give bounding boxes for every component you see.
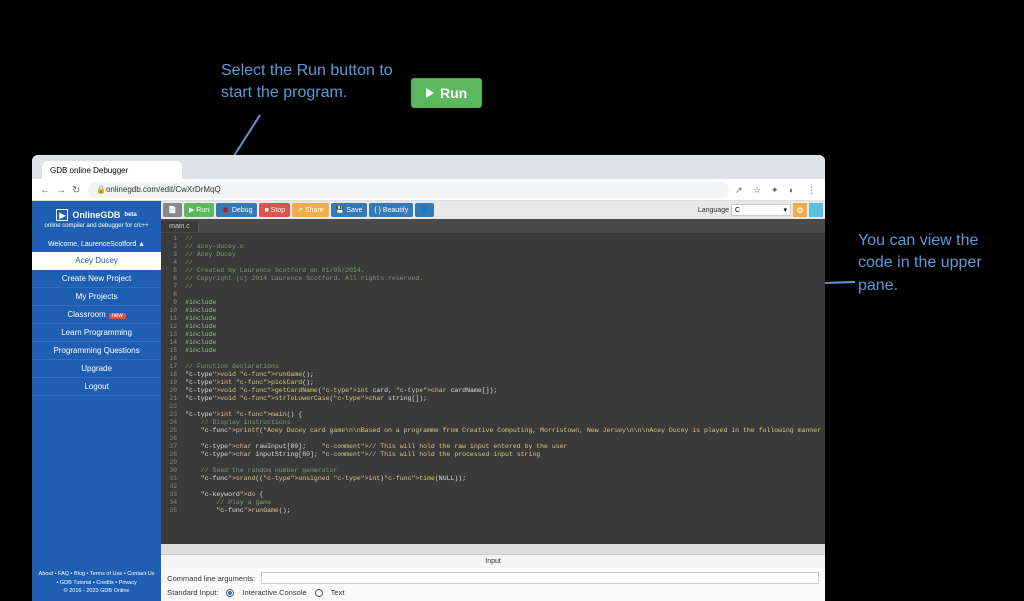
menu-icon[interactable]: ⋮ [807,185,817,195]
sidebar-item-questions[interactable]: Programming Questions [32,342,161,360]
radio-interactive[interactable] [226,589,234,597]
language-select[interactable]: C▾ [731,204,791,216]
sidebar-item-project[interactable]: Acey Ducey [32,252,161,270]
sidebar-item-logout[interactable]: Logout [32,378,161,396]
annotation-run-text: Select the Run button to start the progr… [221,60,401,105]
radio-interactive-label: Interactive Console [242,588,306,597]
logo-icon: ▶ [56,209,68,221]
forward-icon[interactable]: → [56,185,66,195]
language-label: Language [698,207,729,214]
play-icon [426,88,434,98]
save-button[interactable]: 💾 Save [331,203,368,217]
sidebar-item-learn[interactable]: Learn Programming [32,324,161,342]
code-area[interactable]: // // acey-ducey.c // Acey Ducey // // C… [181,233,825,544]
input-tab[interactable]: Input [161,554,825,568]
sidebar-item-classroom[interactable]: Classroom [32,306,161,324]
user-button[interactable]: 👤 [415,203,434,217]
beautify-button[interactable]: { } Beautify [369,203,413,217]
sidebar-item-upgrade[interactable]: Upgrade [32,360,161,378]
code-editor[interactable]: ‹ 12345678910111213141516171819202122232… [161,233,825,544]
welcome-row[interactable]: Welcome, LaurenceScotford ▲ [32,237,161,252]
brand-text: OnlineGDB [72,210,120,220]
tagline: online compiler and debugger for c/c++ [40,223,153,229]
url-field[interactable]: 🔒 onlinegdb.com/edit/CwXrDrMqQ [88,182,729,198]
file-tabs: main.c [161,219,825,233]
share-icon[interactable]: ↗ [735,185,745,195]
line-gutter: 1234567891011121314151617181920212223242… [161,233,181,544]
browser-tab-bar: GDB online Debugger [32,155,825,179]
cmd-args-label: Command line arguments: [167,574,255,583]
new-file-button[interactable]: 📄 [163,203,182,217]
browser-url-bar: ← → ↻ 🔒 onlinegdb.com/edit/CwXrDrMqQ ↗ ☆… [32,179,825,201]
radio-text-label: Text [331,588,345,597]
stop-button[interactable]: ■ Stop [259,203,290,217]
sidebar-item-new-project[interactable]: Create New Project [32,270,161,288]
run-button-illustration: Run [411,78,482,108]
sidebar-footer: About • FAQ • Blog • Terms of Use • Cont… [32,564,161,601]
star-icon[interactable]: ☆ [753,185,763,195]
profile-icon[interactable]: ◐ [789,185,799,195]
share-button[interactable]: ↗ Share [292,203,329,217]
run-button[interactable]: ▶ Run [184,203,214,217]
settings-button[interactable]: ⚙ [793,203,807,217]
back-icon[interactable]: ← [40,185,50,195]
extension-icon[interactable]: ✦ [771,185,781,195]
input-panel: Command line arguments: Standard Input: … [161,568,825,601]
file-tab-main[interactable]: main.c [161,221,199,232]
browser-window: GDB online Debugger ← → ↻ 🔒 onlinegdb.co… [32,155,825,601]
cmd-args-input[interactable] [261,572,819,584]
horizontal-scrollbar[interactable] [161,544,825,554]
run-label: Run [440,85,467,101]
stdin-label: Standard Input: [167,588,218,597]
extra-button[interactable] [809,203,823,217]
sidebar-item-my-projects[interactable]: My Projects [32,288,161,306]
toolbar: 📄 ▶ Run 🐞 Debug ■ Stop ↗ Share 💾 Save { … [161,201,825,219]
main-area: 📄 ▶ Run 🐞 Debug ■ Stop ↗ Share 💾 Save { … [161,201,825,601]
logo-area: ▶ OnlineGDB beta online compiler and deb… [32,201,161,237]
radio-text[interactable] [315,589,323,597]
debug-button[interactable]: 🐞 Debug [216,203,257,217]
brand-badge: beta [124,212,136,218]
annotation-code-text: You can view the code in the upper pane. [858,230,1008,297]
app-body: ▶ OnlineGDB beta online compiler and deb… [32,201,825,601]
reload-icon[interactable]: ↻ [72,185,82,195]
sidebar: ▶ OnlineGDB beta online compiler and deb… [32,201,161,601]
browser-tab[interactable]: GDB online Debugger [42,161,182,179]
